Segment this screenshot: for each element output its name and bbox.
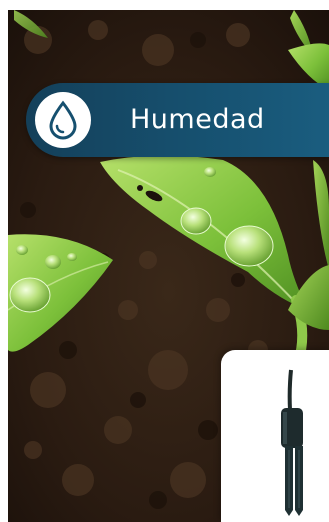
humidity-label: Humedad [130,104,265,135]
water-drop-icon [35,92,91,148]
product-thumbnail [221,350,329,522]
soil-moisture-probe-icon [281,369,303,516]
humidity-badge: Humedad [26,83,329,157]
